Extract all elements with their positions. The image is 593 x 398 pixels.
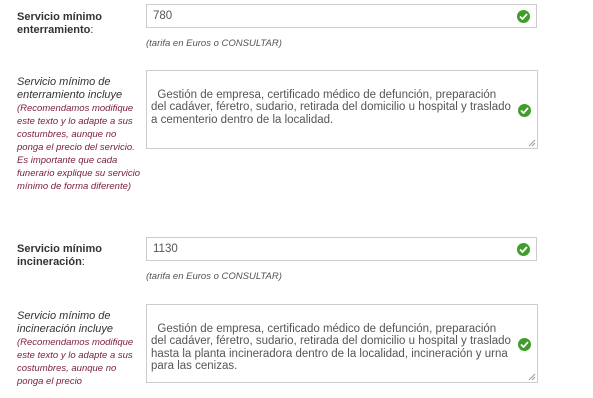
enterramiento-price-label: Servicio mínimo enterramiento: [17, 11, 102, 37]
textarea-value: Gestión de empresa, certificado médico d… [151, 322, 515, 373]
recommendation-note: (Recomendamos modifique este texto y lo … [17, 103, 141, 192]
incineracion-includes-textarea[interactable]: Gestión de empresa, certificado médico d… [146, 304, 538, 383]
input-value: 780 [153, 10, 173, 22]
resize-grip-icon[interactable] [528, 139, 536, 147]
label-line: incineración incluye [17, 323, 113, 335]
incineracion-price-input[interactable]: 1130 [146, 237, 537, 261]
label-line: incineración [17, 256, 82, 268]
check-circle-icon [517, 243, 530, 256]
enterramiento-includes-label: Servicio mínimo de enterramiento incluye… [17, 76, 142, 193]
enterramiento-includes-textarea[interactable]: Gestión de empresa, certificado médico d… [146, 70, 538, 149]
incineracion-includes-label: Servicio mínimo de incineración incluye … [17, 310, 142, 388]
input-value: 1130 [153, 243, 178, 255]
check-circle-icon [517, 10, 530, 23]
label-line: Servicio mínimo de [17, 76, 111, 88]
label-colon: : [81, 256, 85, 268]
label-line: Servicio mínimo [17, 11, 102, 23]
check-circle-icon [518, 338, 531, 351]
incineracion-price-hint: (tarifa en Euros o CONSULTAR) [146, 271, 282, 282]
label-colon: : [90, 24, 94, 36]
enterramiento-price-input[interactable]: 780 [146, 4, 537, 28]
check-circle-icon [518, 104, 531, 117]
label-line: enterramiento incluye [17, 89, 123, 101]
incineracion-price-label: Servicio mínimo incineración: [17, 243, 102, 269]
label-line: Servicio mínimo de [17, 310, 111, 322]
label-line: enterramiento [17, 24, 91, 36]
label-line: Servicio mínimo [17, 243, 102, 255]
enterramiento-price-hint: (tarifa en Euros o CONSULTAR) [146, 38, 282, 49]
textarea-value: Gestión de empresa, certificado médico d… [151, 88, 515, 126]
recommendation-note: (Recomendamos modifique este texto y lo … [17, 337, 134, 387]
resize-grip-icon[interactable] [528, 373, 536, 381]
